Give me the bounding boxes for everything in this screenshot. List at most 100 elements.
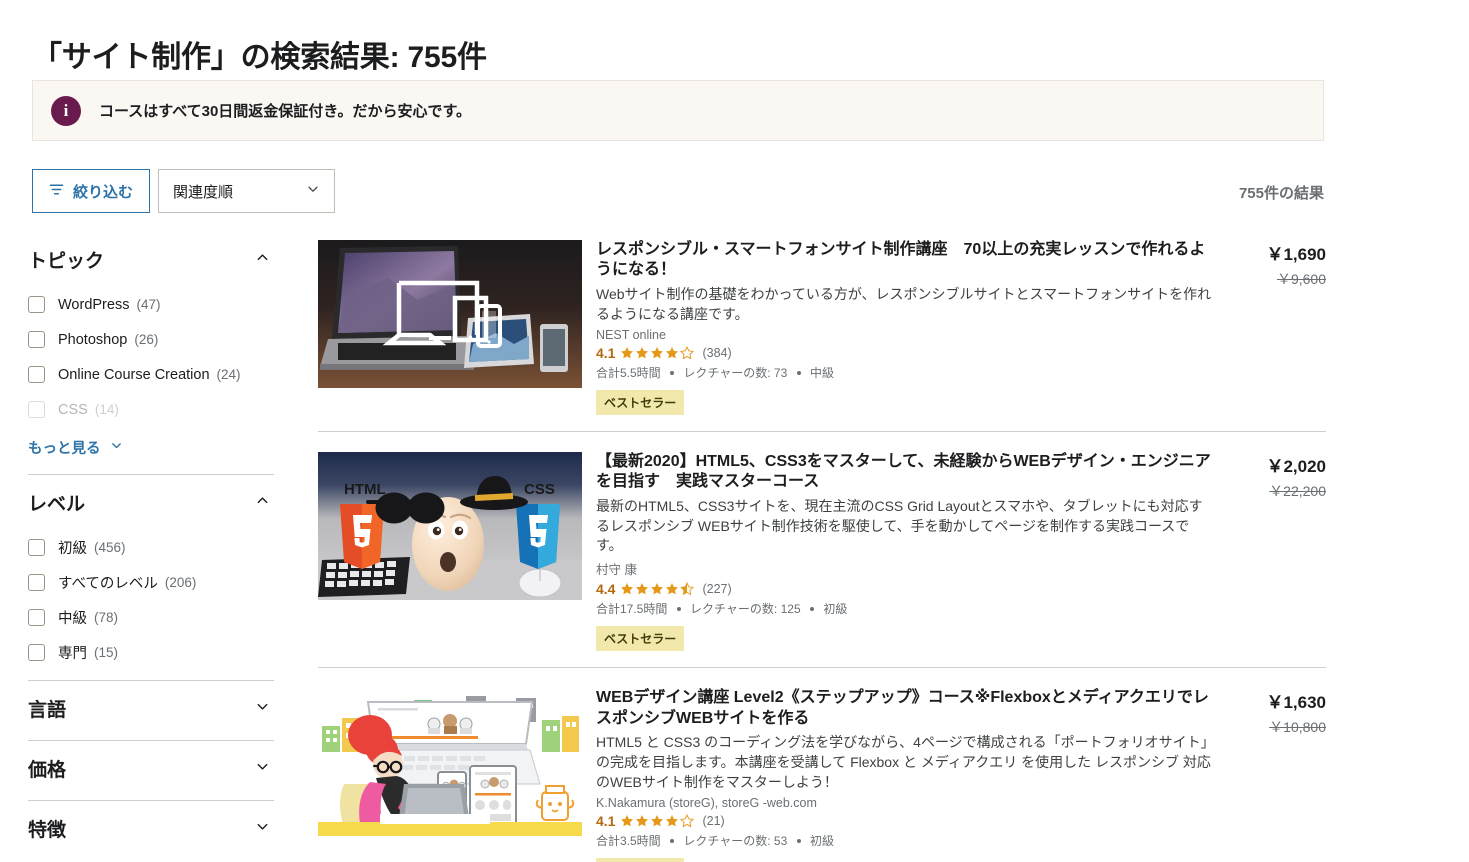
course-card[interactable]: WEBデザイン講座 Level2《ステップアップ》コース※Flexboxとメディ… [318, 667, 1326, 862]
facet-option-photoshop[interactable]: Photoshop (26) [28, 322, 274, 357]
facet-option-count: (456) [94, 540, 126, 555]
meta-separator-dot [796, 370, 801, 375]
checkbox-icon[interactable] [28, 574, 45, 591]
facet-topic-options: WordPress (47) Photoshop (26) Online Cou… [28, 287, 274, 470]
current-price: ￥2,020 [1266, 456, 1326, 476]
search-results-page: 「サイト制作」の検索結果: 755件 i コースはすべて30日間返金保証付き。だ… [0, 0, 1469, 862]
facet-option-count: (14) [94, 402, 119, 417]
checkbox-icon[interactable] [28, 296, 45, 313]
checkbox-icon[interactable] [28, 401, 45, 418]
course-lectures: レクチャーの数: 53 [683, 833, 788, 848]
meta-separator-dot [670, 370, 675, 375]
chevron-down-icon [110, 439, 123, 456]
checkbox-icon[interactable] [28, 644, 45, 661]
facet-topic-header[interactable]: トピック [28, 232, 274, 287]
facet-option-beginner[interactable]: 初級 (456) [28, 530, 274, 565]
facet-option-label: すべてのレベル [58, 576, 158, 592]
star-filled-icon [636, 583, 649, 595]
star-filled-icon [651, 583, 664, 595]
course-description: 最新のHTML5、CSS3サイトを、現在主流のCSS Grid Layoutとス… [596, 497, 1203, 554]
course-meta: 合計17.5時間 レクチャーの数: 125 初級 [596, 600, 1214, 617]
svg-text:CSS: CSS [524, 481, 555, 498]
facet-option-count: (47) [136, 297, 161, 312]
page-title: 「サイト制作」の検索結果: 755件 [32, 41, 487, 75]
show-more-topics-link[interactable]: もっと見る [28, 427, 274, 464]
facet-price: 価格 [28, 741, 274, 801]
facet-level-header[interactable]: レベル [28, 475, 274, 530]
course-author: NEST online [596, 327, 666, 342]
star-empty-icon [680, 813, 695, 828]
sort-select-value: 関連度順 [173, 183, 234, 201]
course-info: WEBデザイン講座 Level2《ステップアップ》コース※Flexboxとメディ… [582, 688, 1214, 862]
meta-separator-dot [796, 838, 801, 843]
checkbox-icon[interactable] [28, 539, 45, 556]
course-rating: 4.1 (21) [596, 813, 1214, 829]
course-card[interactable]: レスポンシブル・スマートフォンサイト制作講座 70以上の充実レッスンで作れるよう… [318, 232, 1326, 431]
course-duration: 合計5.5時間 [596, 365, 661, 380]
course-title[interactable]: WEBデザイン講座 Level2《ステップアップ》コース※Flexboxとメディ… [596, 688, 1214, 729]
facet-option-wordpress[interactable]: WordPress (47) [28, 287, 274, 322]
bestseller-badge: ベストセラー [596, 626, 685, 652]
star-filled-icon [636, 814, 649, 827]
facet-option-all-levels[interactable]: すべてのレベル (206) [28, 565, 274, 600]
chevron-down-icon [255, 819, 270, 839]
facet-option-online-course-creation[interactable]: Online Course Creation (24) [28, 357, 274, 392]
facet-features-title: 特徴 [28, 820, 67, 841]
meta-separator-dot [809, 607, 814, 612]
star-filled-icon [621, 814, 634, 827]
facet-language-header[interactable]: 言語 [28, 681, 274, 736]
course-title[interactable]: 【最新2020】HTML5、CSS3をマスターして、未経験からWEBデザイン・エ… [596, 452, 1214, 493]
facet-option-count: (78) [94, 610, 119, 625]
chevron-up-icon [255, 250, 270, 270]
meta-separator-dot [670, 838, 675, 843]
facet-option-expert[interactable]: 専門 (15) [28, 635, 274, 670]
facet-features: 特徴 [28, 801, 274, 856]
course-rating: 4.1 (384) [596, 345, 1214, 361]
course-title[interactable]: レスポンシブル・スマートフォンサイト制作講座 70以上の充実レッスンで作れるよう… [596, 240, 1214, 281]
facet-features-header[interactable]: 特徴 [28, 801, 274, 856]
chevron-up-icon [255, 493, 270, 513]
checkbox-icon[interactable] [28, 609, 45, 626]
banner-text: コースはすべて30日間返金保証付き。だから安心です。 [99, 103, 472, 120]
original-price: ￥22,200 [1269, 482, 1326, 499]
star-half-icon [680, 582, 695, 596]
review-count: (384) [702, 345, 732, 360]
filter-icon [49, 182, 64, 201]
facet-option-count: (24) [216, 367, 241, 382]
course-rating: 4.4 (227) [596, 581, 1214, 597]
rating-value: 4.1 [596, 344, 616, 361]
star-empty-icon [680, 345, 695, 360]
sort-select[interactable]: 関連度順 [158, 169, 336, 213]
checkbox-icon[interactable] [28, 331, 45, 348]
star-filled-icon [651, 346, 664, 359]
course-thumbnail [318, 688, 582, 837]
chevron-down-icon [255, 759, 270, 779]
facet-level-options: 初級 (456) すべてのレベル (206) 中級 (78) 専門 (15) [28, 530, 274, 676]
web-designer-illustration [318, 688, 582, 837]
course-list: レスポンシブル・スマートフォンサイト制作講座 70以上の充実レッスンで作れるよう… [318, 232, 1326, 862]
controls-row: 絞り込む 関連度順 [32, 169, 336, 213]
course-description: HTML5 と CSS3 のコーディング法を学びながら、4ページで構成される「ポ… [596, 734, 1211, 790]
facet-option-intermediate[interactable]: 中級 (78) [28, 600, 274, 635]
star-filled-icon [621, 583, 634, 595]
facet-option-count: (206) [164, 575, 197, 590]
rating-value: 4.1 [596, 812, 616, 829]
facet-language-title: 言語 [28, 700, 67, 721]
star-rating-icons [620, 813, 695, 828]
course-card[interactable]: HTML CSS 【最新2020】HTML5、CSS3をマスターして、未経験から… [318, 430, 1326, 668]
show-more-label: もっと見る [28, 441, 101, 457]
course-meta: 合計5.5時間 レクチャーの数: 73 中級 [596, 364, 1214, 381]
checkbox-icon[interactable] [28, 366, 45, 383]
html5-css3-egg-artwork: HTML CSS [318, 451, 582, 600]
course-info: レスポンシブル・スマートフォンサイト制作講座 70以上の充実レッスンで作れるよう… [582, 240, 1214, 415]
facet-option-label: CSS [58, 401, 88, 418]
facet-option-css[interactable]: CSS (14) [28, 392, 274, 427]
facet-level-title: レベル [28, 494, 86, 515]
filter-button[interactable]: 絞り込む [32, 169, 151, 213]
course-meta: 合計3.5時間 レクチャーの数: 53 初級 [596, 832, 1214, 849]
star-rating-icons [620, 345, 695, 360]
facet-price-header[interactable]: 価格 [28, 741, 274, 796]
bestseller-badge: ベストセラー [596, 857, 685, 862]
star-rating-icons [620, 582, 695, 596]
star-filled-icon [666, 814, 679, 827]
